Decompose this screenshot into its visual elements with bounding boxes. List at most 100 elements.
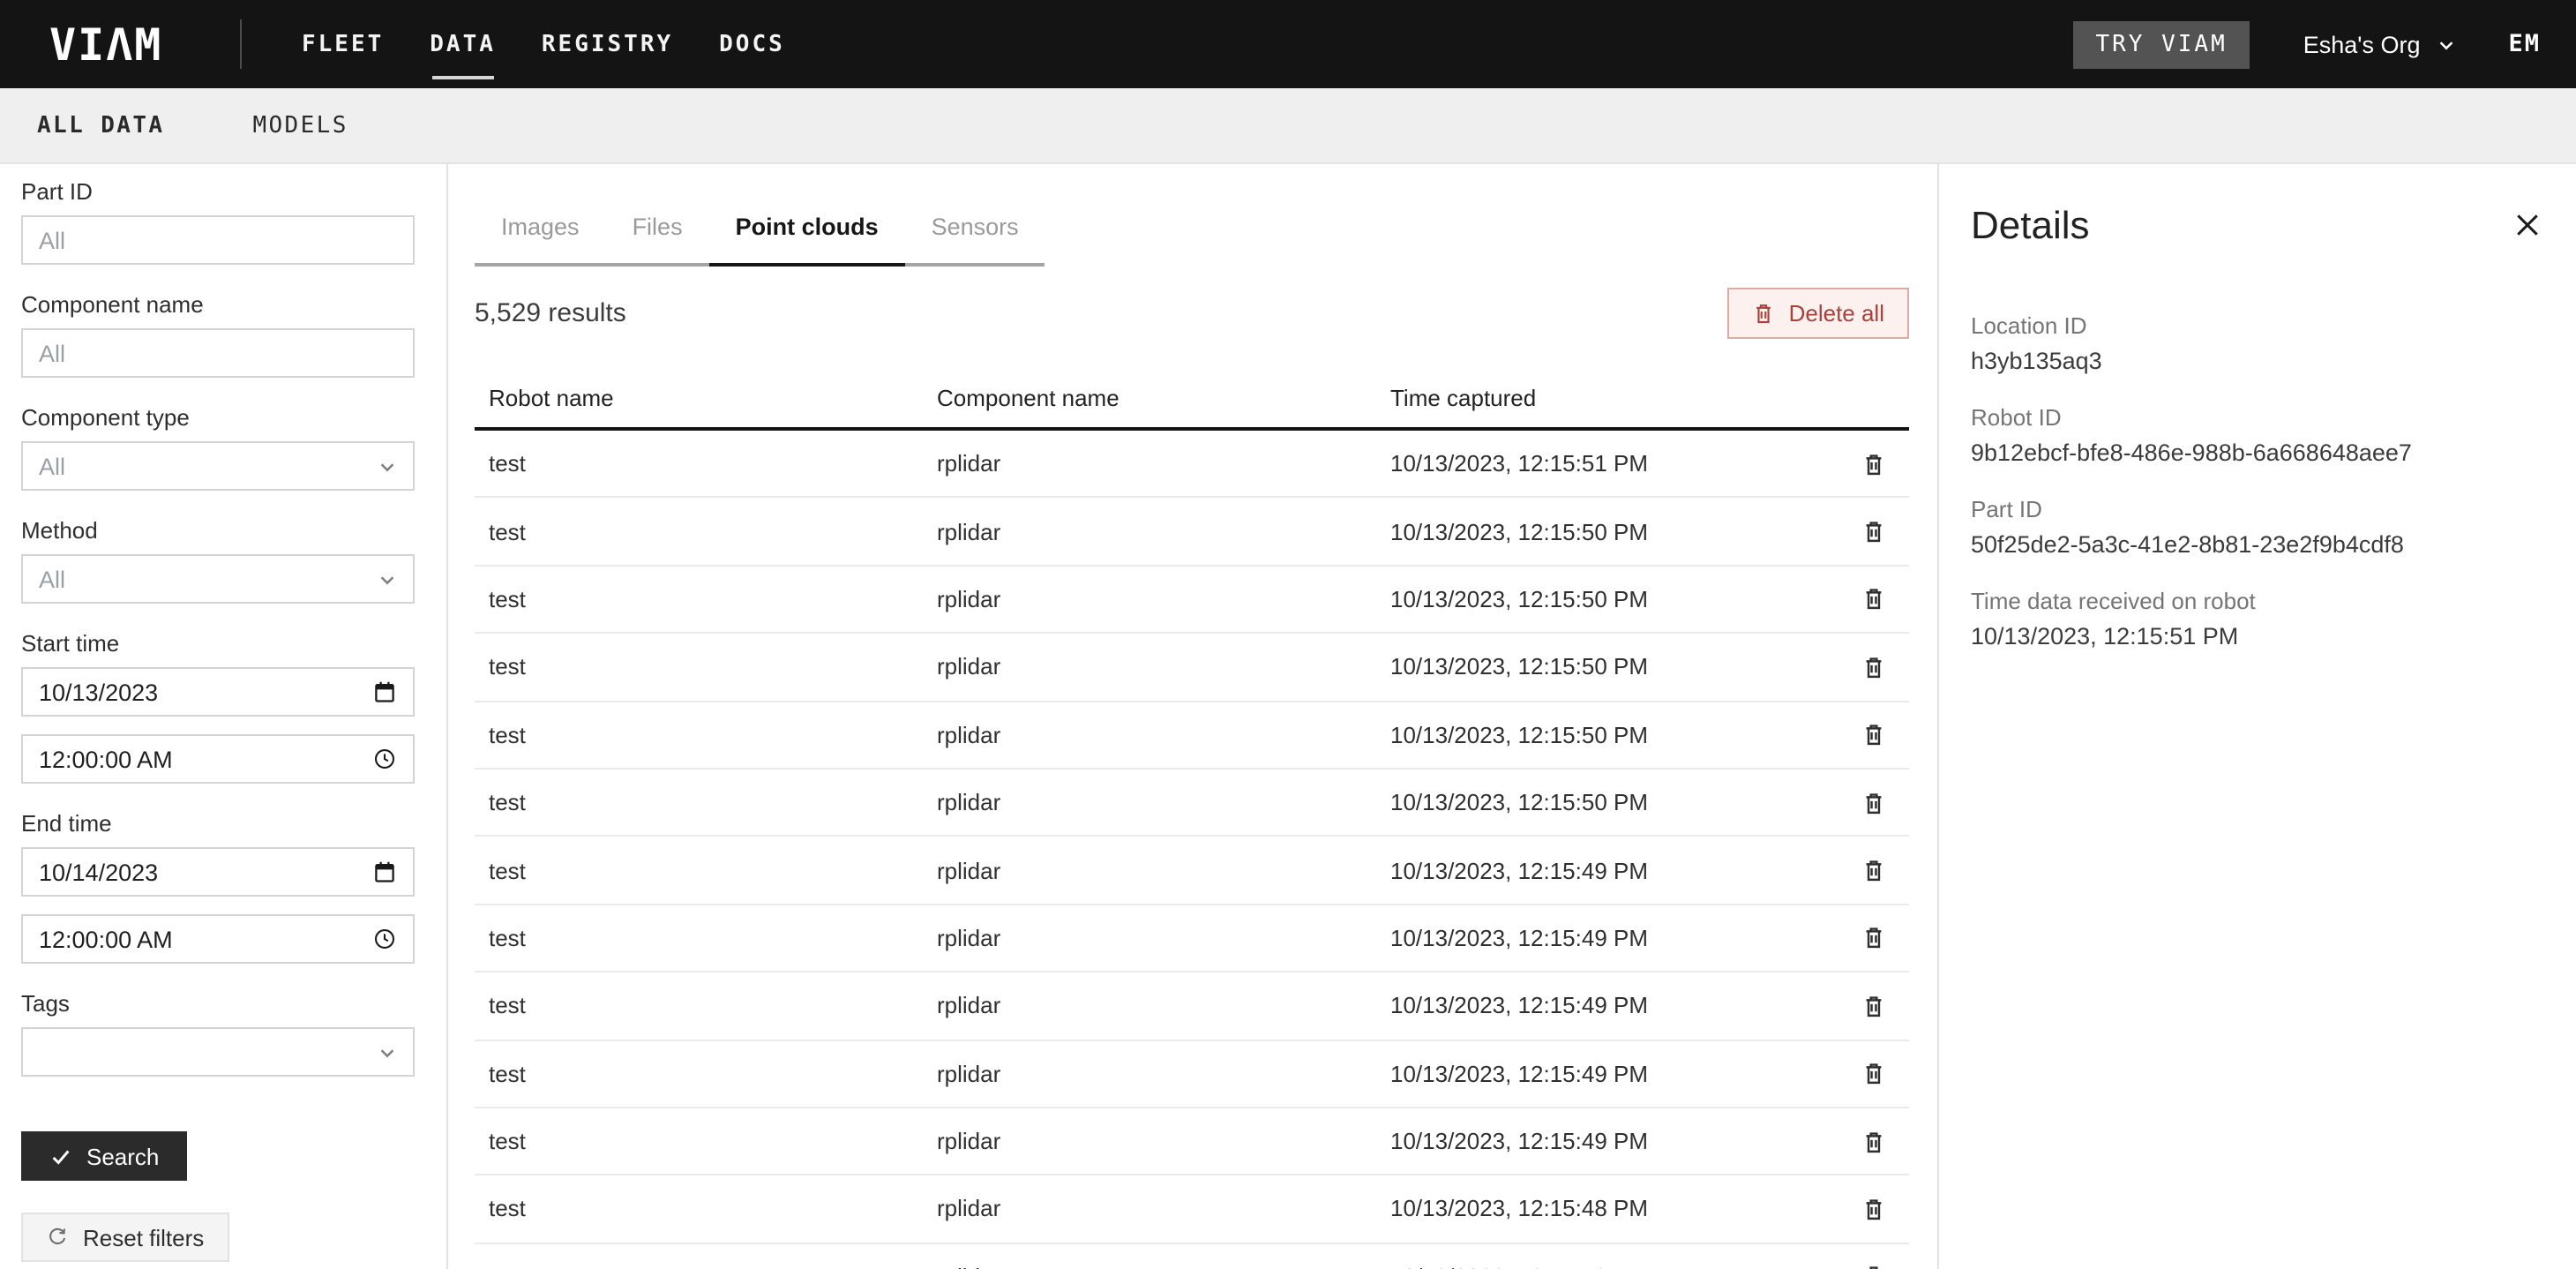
check-icon xyxy=(49,1145,72,1168)
cell-time-captured: 10/13/2023, 12:15:49 PM xyxy=(1390,1060,1838,1086)
delete-row-button[interactable] xyxy=(1861,994,1909,1018)
cell-component-name: rplidar xyxy=(937,1264,1390,1269)
delete-row-button[interactable] xyxy=(1861,587,1909,612)
trash-icon xyxy=(1861,519,1886,544)
calendar-icon[interactable] xyxy=(372,860,397,884)
cell-robot-name: test xyxy=(475,993,937,1019)
filter-end-time: End time xyxy=(21,810,415,964)
detail-robot-id: Robot ID 9b12ebcf-bfe8-486e-988b-6a66864… xyxy=(1971,404,2548,468)
table-row[interactable]: test rplidar 10/13/2023, 12:15:50 PM xyxy=(475,770,1909,837)
tab-sensors[interactable]: Sensors xyxy=(905,192,1045,263)
delete-row-button[interactable] xyxy=(1861,926,1909,950)
delete-row-button[interactable] xyxy=(1861,1061,1909,1085)
delete-row-button[interactable] xyxy=(1861,858,1909,882)
table-row[interactable]: test rplidar 10/13/2023, 12:15:50 PM xyxy=(475,634,1909,702)
trash-icon xyxy=(1861,1197,1886,1221)
start-date-input[interactable] xyxy=(39,679,372,705)
table-row[interactable]: test rplidar 10/13/2023, 12:15:48 PM xyxy=(475,1243,1909,1269)
chevron-down-icon xyxy=(378,1042,397,1062)
results-content: Images Files Point clouds Sensors 5,529 … xyxy=(448,164,1937,1269)
cell-robot-name: test xyxy=(475,789,937,815)
end-date-input[interactable] xyxy=(39,859,372,885)
component-name-field xyxy=(21,328,415,378)
table-row[interactable]: test rplidar 10/13/2023, 12:15:49 PM xyxy=(475,837,1909,905)
trash-icon xyxy=(1861,1129,1886,1153)
cell-component-name: rplidar xyxy=(937,518,1390,544)
org-menu[interactable]: Esha's Org xyxy=(2303,31,2456,57)
cell-robot-name: test xyxy=(475,722,937,748)
primary-nav: FLEET DATA REGISTRY DOCS xyxy=(302,31,785,57)
trash-icon xyxy=(1752,302,1775,325)
cell-time-captured: 10/13/2023, 12:15:48 PM xyxy=(1390,1196,1838,1222)
cell-time-captured: 10/13/2023, 12:15:49 PM xyxy=(1390,925,1838,951)
delete-row-button[interactable] xyxy=(1861,451,1909,476)
filter-method: Method All xyxy=(21,517,415,604)
cell-time-captured: 10/13/2023, 12:15:49 PM xyxy=(1390,1128,1838,1154)
tags-select[interactable] xyxy=(21,1027,415,1077)
delete-row-button[interactable] xyxy=(1861,1129,1909,1153)
end-time-input[interactable] xyxy=(39,926,372,952)
nav-item-docs[interactable]: DOCS xyxy=(719,31,785,57)
nav-item-fleet[interactable]: FLEET xyxy=(302,31,384,57)
cell-robot-name: test xyxy=(475,1128,937,1154)
cell-time-captured: 10/13/2023, 12:15:50 PM xyxy=(1390,789,1838,815)
delete-row-button[interactable] xyxy=(1861,1265,1909,1269)
method-select[interactable]: All xyxy=(21,554,415,604)
details-fields: Location ID h3yb135aq3 Robot ID 9b12ebcf… xyxy=(1971,312,2548,651)
tab-images[interactable]: Images xyxy=(475,192,606,263)
calendar-icon[interactable] xyxy=(372,680,397,704)
delete-row-button[interactable] xyxy=(1861,790,1909,815)
delete-row-button[interactable] xyxy=(1861,655,1909,680)
table-row[interactable]: test rplidar 10/13/2023, 12:15:48 PM xyxy=(475,1176,1909,1244)
component-name-label: Component name xyxy=(21,291,415,318)
table-row[interactable]: test rplidar 10/13/2023, 12:15:50 PM xyxy=(475,499,1909,567)
search-button[interactable]: Search xyxy=(21,1131,187,1181)
avatar[interactable]: EM xyxy=(2508,30,2541,58)
cell-robot-name: test xyxy=(475,518,937,544)
nav-item-registry[interactable]: REGISTRY xyxy=(542,31,673,57)
table-row[interactable]: test rplidar 10/13/2023, 12:15:50 PM xyxy=(475,702,1909,770)
cell-robot-name: test xyxy=(475,654,937,680)
cell-component-name: rplidar xyxy=(937,789,1390,815)
reset-filters-button[interactable]: Reset filters xyxy=(21,1213,228,1262)
cell-time-captured: 10/13/2023, 12:15:50 PM xyxy=(1390,518,1838,544)
table-row[interactable]: test rplidar 10/13/2023, 12:15:49 PM xyxy=(475,1108,1909,1176)
part-id-field xyxy=(21,215,415,265)
tab-point-clouds[interactable]: Point clouds xyxy=(709,192,905,267)
table-header: Robot name Component name Time captured xyxy=(475,385,1909,431)
filter-component-type: Component type All xyxy=(21,404,415,491)
try-viam-button[interactable]: TRY VIAM xyxy=(2073,20,2250,68)
table-row[interactable]: test rplidar 10/13/2023, 12:15:49 PM xyxy=(475,972,1909,1040)
detail-location-id: Location ID h3yb135aq3 xyxy=(1971,312,2548,376)
cell-component-name: rplidar xyxy=(937,722,1390,748)
cell-time-captured: 10/13/2023, 12:15:49 PM xyxy=(1390,993,1838,1019)
trash-icon xyxy=(1861,723,1886,747)
viam-logo[interactable]: VIΛM xyxy=(49,19,183,70)
delete-row-button[interactable] xyxy=(1861,519,1909,544)
close-details-button[interactable] xyxy=(2511,208,2544,247)
table-row[interactable]: test rplidar 10/13/2023, 12:15:50 PM xyxy=(475,567,1909,634)
trash-icon xyxy=(1861,994,1886,1018)
clock-icon[interactable] xyxy=(372,747,397,771)
start-clock-field xyxy=(21,734,415,784)
delete-row-button[interactable] xyxy=(1861,723,1909,747)
nav-item-data[interactable]: DATA xyxy=(430,31,496,57)
end-time-label: End time xyxy=(21,810,415,837)
tab-files[interactable]: Files xyxy=(606,192,709,263)
component-name-input[interactable] xyxy=(39,340,397,366)
tab-models[interactable]: MODELS xyxy=(252,112,348,139)
table-row[interactable]: test rplidar 10/13/2023, 12:15:51 PM xyxy=(475,431,1909,499)
cell-component-name: rplidar xyxy=(937,1128,1390,1154)
tab-all-data[interactable]: ALL DATA xyxy=(37,112,164,139)
chevron-down-icon xyxy=(378,569,397,589)
part-id-input[interactable] xyxy=(39,227,397,253)
clock-icon[interactable] xyxy=(372,927,397,951)
start-time-input[interactable] xyxy=(39,746,372,772)
cell-robot-name: test xyxy=(475,586,937,612)
delete-all-button[interactable]: Delete all xyxy=(1727,288,1909,339)
method-label: Method xyxy=(21,517,415,544)
table-row[interactable]: test rplidar 10/13/2023, 12:15:49 PM xyxy=(475,1040,1909,1108)
table-row[interactable]: test rplidar 10/13/2023, 12:15:49 PM xyxy=(475,905,1909,972)
component-type-select[interactable]: All xyxy=(21,441,415,491)
delete-row-button[interactable] xyxy=(1861,1197,1909,1221)
